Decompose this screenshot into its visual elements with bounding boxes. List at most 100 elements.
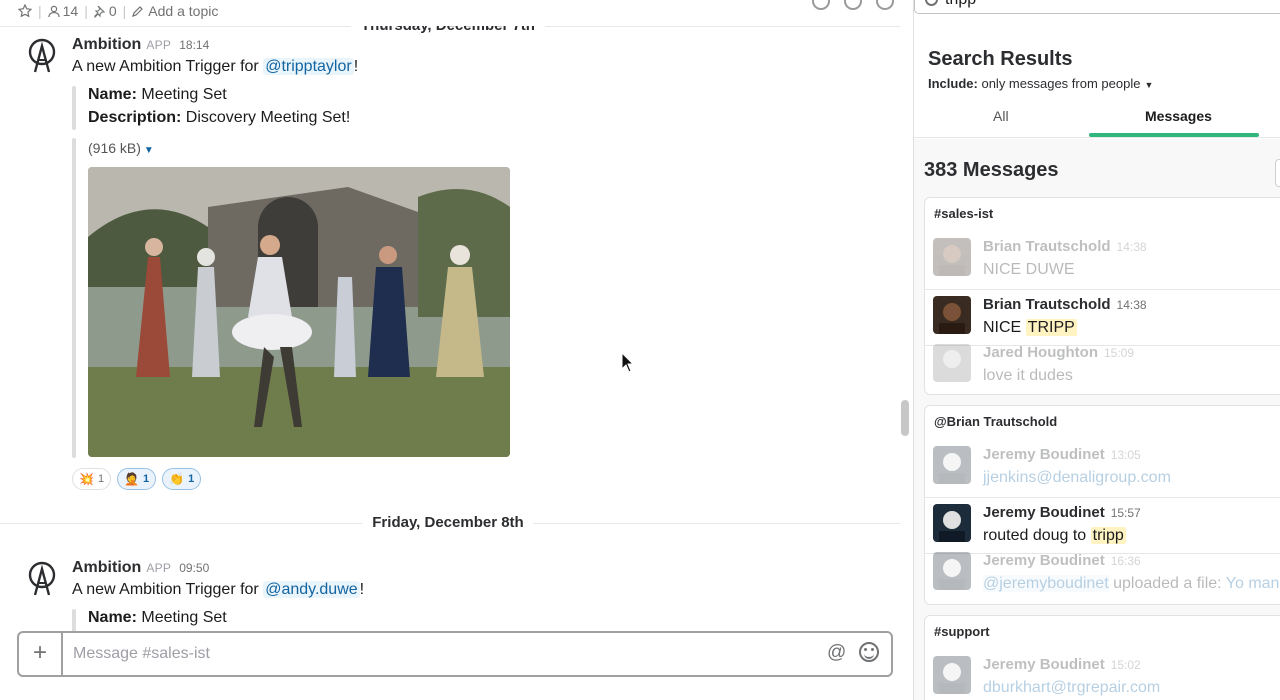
result-time: 15:09	[1104, 346, 1135, 360]
plus-icon[interactable]: +	[19, 633, 63, 675]
search-results-list[interactable]: 383 Messages #sales-ist Brian Trautschol…	[914, 139, 1280, 700]
message-header: Ambition APP 18:14	[72, 36, 209, 54]
results-count: 383 Messages	[924, 159, 1059, 181]
attachment-bar	[72, 86, 76, 130]
person-icon	[48, 5, 60, 17]
add-topic-label: Add a topic	[148, 3, 219, 19]
user-mention[interactable]: @andy.duwe	[263, 581, 360, 598]
result-author: Brian Trautschold	[983, 238, 1111, 255]
result-author: Jeremy Boudinet	[983, 504, 1105, 521]
caret-down-icon[interactable]: ▼	[144, 145, 154, 156]
message-text: A new Ambition Trigger for @andy.duwe!	[72, 581, 364, 599]
sender-name[interactable]: Ambition	[72, 559, 141, 576]
result-group-title[interactable]: @Brian Trautschold	[934, 414, 1057, 429]
result-author: Jeremy Boudinet	[983, 552, 1105, 569]
active-tab-indicator	[1089, 133, 1259, 137]
divider: |	[38, 3, 42, 19]
add-topic-button[interactable]: Add a topic	[132, 3, 218, 19]
result-group-title[interactable]: #sales-ist	[934, 206, 993, 221]
ambition-logo-icon[interactable]	[26, 561, 58, 597]
tab-all[interactable]: All	[993, 108, 1009, 124]
emoji-picker-icon[interactable]	[859, 642, 879, 662]
scrollbar-thumb[interactable]	[901, 400, 909, 436]
message-text-prefix: A new Ambition Trigger for	[72, 581, 264, 598]
chevron-down-icon[interactable]: ▼	[1144, 80, 1153, 90]
result-author: Jeremy Boudinet	[983, 446, 1105, 463]
sender-name[interactable]: Ambition	[72, 36, 141, 53]
result-text: dburkhart@trgrepair.com	[983, 679, 1160, 697]
result-header: Brian Trautschold 14:38	[983, 238, 1147, 255]
result-time: 14:38	[1116, 298, 1147, 312]
attachment-field: Name: Meeting Set	[88, 609, 227, 627]
file-size-label: (916 kB)	[88, 140, 141, 156]
app-badge: APP	[146, 561, 172, 575]
search-result[interactable]: Jeremy Boudinet 16:36 @jeremyboudinet upl…	[925, 546, 1280, 603]
field-label: Name:	[88, 609, 137, 626]
result-header: Jared Houghton 15:09	[983, 344, 1134, 361]
header-actions	[812, 0, 894, 10]
avatar	[933, 504, 971, 542]
star-icon[interactable]	[18, 4, 32, 18]
result-time: 15:02	[1110, 658, 1141, 672]
reaction-count: 1	[97, 473, 105, 485]
file-link[interactable]: Yo man a	[1226, 575, 1280, 592]
search-result[interactable]: Brian Trautschold 14:38 NICE DUWE	[925, 232, 1280, 289]
gear-icon[interactable]	[876, 0, 894, 10]
result-time: 16:36	[1110, 554, 1141, 568]
result-time: 15:57	[1110, 506, 1141, 520]
tab-messages[interactable]: Messages	[1145, 108, 1212, 124]
message-time[interactable]: 18:14	[179, 38, 209, 52]
avatar	[933, 656, 971, 694]
attachment-field: Description: Discovery Meeting Set!	[88, 109, 350, 127]
result-group-title[interactable]: #support	[934, 624, 990, 639]
avatar	[933, 552, 971, 590]
result-text-middle: uploaded a file:	[1108, 575, 1226, 592]
app-badge: APP	[146, 38, 172, 52]
field-label: Name:	[88, 86, 137, 103]
email-link[interactable]: dburkhart@trgrepair.com	[983, 679, 1160, 696]
include-filter[interactable]: Include: only messages from people ▼	[928, 76, 1153, 91]
result-text-prefix: routed doug to	[983, 527, 1091, 544]
pinned-count-button[interactable]: 0	[94, 3, 117, 19]
gif-image[interactable]	[88, 167, 510, 457]
avatar	[933, 446, 971, 484]
result-group: #sales-ist Brian Trautschold 14:38 NICE D…	[924, 197, 1280, 395]
user-mention[interactable]: @jeremyboudinet	[983, 575, 1109, 592]
channel-meta: | 14 | 0 | Add a topic	[18, 3, 218, 19]
at-mention-icon[interactable]: @	[827, 642, 846, 664]
ambition-logo-icon[interactable]	[26, 38, 58, 74]
field-label: Description:	[88, 109, 182, 126]
user-mention[interactable]: @tripptaylor	[263, 58, 354, 75]
call-icon[interactable]	[812, 0, 830, 10]
pencil-icon	[132, 6, 144, 17]
file-size[interactable]: (916 kB) ▼	[88, 140, 154, 156]
message-input[interactable]	[73, 641, 773, 667]
search-result[interactable]: Jared Houghton 15:09 love it dudes	[925, 338, 1280, 394]
search-result[interactable]: Jeremy Boudinet 15:02 dburkhart@trgrepair…	[925, 650, 1280, 700]
result-header: Jeremy Boudinet 13:05	[983, 446, 1141, 463]
message-composer: + @	[17, 631, 893, 677]
result-text-prefix: NICE	[983, 319, 1026, 336]
search-result[interactable]: Jeremy Boudinet 13:05 jjenkins@denaligrou…	[925, 440, 1280, 497]
attachment-field: Name: Meeting Set	[88, 86, 227, 104]
result-group: @Brian Trautschold Jeremy Boudinet 13:05 …	[924, 405, 1280, 605]
message-header: Ambition APP 09:50	[72, 559, 209, 577]
reaction-button[interactable]: 💥 1	[72, 468, 112, 490]
reaction-button[interactable]: 🤦 1	[117, 468, 157, 490]
search-query: tripp	[945, 0, 976, 8]
message-time[interactable]: 09:50	[179, 561, 209, 575]
email-link[interactable]: jjenkins@denaligroup.com	[983, 469, 1171, 486]
sort-dropdown[interactable]	[1275, 159, 1280, 187]
divider: |	[84, 3, 88, 19]
member-count-button[interactable]: 14	[48, 3, 78, 19]
reaction-button[interactable]: 👏 1	[162, 468, 202, 490]
avatar	[933, 296, 971, 334]
info-icon[interactable]	[844, 0, 862, 10]
search-input[interactable]: tripp	[914, 0, 1280, 14]
result-group: #support Jeremy Boudinet 15:02 dburkhart@…	[924, 615, 1280, 700]
message-pane[interactable]: Thursday, December 7th AmbitionAPP18:14 …	[0, 26, 912, 632]
result-text: NICE TRIPP	[983, 319, 1077, 337]
reaction-count: 1	[143, 473, 150, 485]
field-value: Discovery Meeting Set!	[185, 109, 351, 126]
reaction-count: 1	[188, 473, 195, 485]
